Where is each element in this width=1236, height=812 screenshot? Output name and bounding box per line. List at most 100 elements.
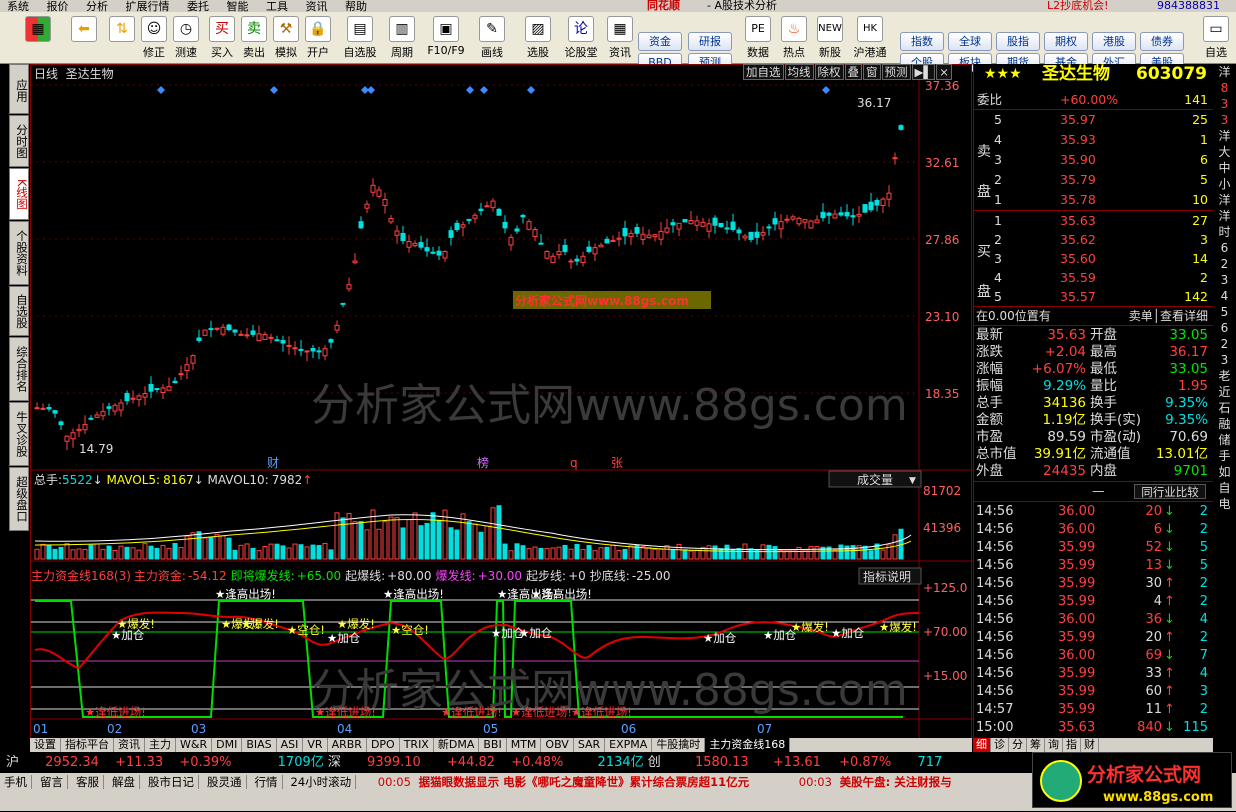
tab-watchlist[interactable]: 自选股 <box>9 286 29 336</box>
simulate-button[interactable]: ⚒ 模拟 <box>270 14 302 62</box>
status-link[interactable]: 客服 <box>76 775 104 789</box>
bid-level[interactable]: 2 35.62 3 <box>974 231 1212 248</box>
tab-intraday[interactable]: 分时图 <box>9 115 29 167</box>
news-ticker[interactable]: 据猫眼数据显示 电影《哪吒之魔童降世》累计综合票房超11亿元 <box>419 775 750 789</box>
hk-connect-button[interactable]: HK 沪港通 <box>850 14 890 62</box>
chart-area[interactable]: 分析家公式网www.88gs.com 分析家公式网www.88gs.com 分析… <box>30 64 973 741</box>
exright-button[interactable]: 除权 <box>814 64 844 80</box>
expand-icon[interactable]: ▶▌ <box>911 64 936 80</box>
ask-level[interactable]: 2 35.79 5 <box>974 171 1212 188</box>
indicator-tab[interactable]: 资讯 <box>114 738 145 752</box>
draw-line-button[interactable]: ✎ 画线 <box>476 14 508 62</box>
indicator-tab[interactable]: 主力 <box>145 738 176 752</box>
indicator-tab[interactable]: ARBR <box>328 738 367 752</box>
menu-item[interactable]: 帮助 <box>345 0 367 13</box>
bid-level[interactable]: 4 35.59 2 <box>974 269 1212 286</box>
predict-button[interactable]: 预测 <box>881 64 911 80</box>
capital-button[interactable]: 资金 <box>638 32 682 51</box>
quote-tab[interactable]: 指 <box>1063 738 1081 752</box>
menu-item[interactable]: 系统 <box>7 0 29 13</box>
indicator-tab[interactable]: 牛股擒时 <box>652 738 706 752</box>
ask-level[interactable]: 1 35.78 10 <box>974 191 1212 208</box>
add-watchlist-button[interactable]: 加自选 <box>743 64 784 80</box>
industry-compare-button[interactable]: 同行业比较 <box>1134 484 1206 499</box>
custom-button[interactable]: ▭ 自选 <box>1200 14 1232 62</box>
event-tag[interactable]: 财 <box>267 456 279 470</box>
tab-profile[interactable]: 个股资料 <box>9 221 29 285</box>
hk-stock-button[interactable]: 港股 <box>1092 32 1136 51</box>
indicator-tab[interactable]: ASI <box>277 738 304 752</box>
tab-kline[interactable]: K线图 <box>9 168 29 220</box>
indicator-tab[interactable]: TRIX <box>400 738 434 752</box>
period-label[interactable]: 日线 <box>34 67 58 81</box>
hot-button[interactable]: ♨ 热点 <box>778 14 810 62</box>
indicator-tab[interactable]: BIAS <box>242 738 277 752</box>
side-news-strip[interactable]: 洋833洋大中小洋洋时62345623老近石融储手如自电 <box>1213 64 1236 740</box>
sell-button[interactable]: 卖卖出 <box>238 14 270 62</box>
ask-level[interactable]: 4 35.93 1 <box>974 131 1212 148</box>
data-button[interactable]: PE 数据 <box>742 14 774 62</box>
status-link[interactable]: 股市日记 <box>148 775 199 789</box>
volume-dropdown[interactable]: 成交量 <box>857 472 893 487</box>
menu-item[interactable]: 扩展行情 <box>126 0 170 13</box>
menu-item[interactable]: 资讯 <box>306 0 328 13</box>
ipo-button[interactable]: NEW 新股 <box>814 14 846 62</box>
period-button[interactable]: ▥ 周期 <box>386 14 418 62</box>
forum-button[interactable]: 论论股堂 <box>562 14 600 62</box>
quote-tab[interactable]: 筹 <box>1027 738 1045 752</box>
status-link[interactable]: 股灵通 <box>207 775 247 789</box>
event-diamond-icon[interactable] <box>822 86 830 94</box>
status-link[interactable]: 手机 <box>4 775 32 789</box>
indicator-tab[interactable]: EXPMA <box>605 738 653 752</box>
indicator-tab[interactable]: OBV <box>541 738 574 752</box>
buy-button[interactable]: 买买入 <box>206 14 238 62</box>
quote-tab[interactable]: 询 <box>1045 738 1063 752</box>
tab-diagnosis[interactable]: 牛叉诊股 <box>9 402 29 466</box>
menu-item[interactable]: 智能 <box>227 0 249 13</box>
f10-button[interactable]: ▣ F10/F9 <box>426 14 466 62</box>
open-account-button[interactable]: 🔒 开户 <box>302 14 334 62</box>
window-button[interactable]: 窗 <box>863 64 881 80</box>
tab-apps[interactable]: 应用 <box>9 64 29 114</box>
indicator-tab[interactable]: DMI <box>212 738 243 752</box>
ask-level[interactable]: 5 35.97 25 <box>974 111 1212 128</box>
updown-button[interactable]: ⇅ <box>106 14 138 62</box>
close-icon[interactable]: × <box>936 64 952 80</box>
options-button[interactable]: 期权 <box>1044 32 1088 51</box>
indicator-tab[interactable]: VR <box>303 738 328 752</box>
quote-tab[interactable]: 诊 <box>991 738 1009 752</box>
indicator-help-button[interactable]: 指标说明 <box>863 569 911 584</box>
news-button[interactable]: ▦ 资讯 <box>604 14 636 62</box>
ma-button[interactable]: 均线 <box>784 64 814 80</box>
event-diamond-icon[interactable] <box>466 86 474 94</box>
status-link[interactable]: 24小时滚动 <box>290 775 357 789</box>
status-link[interactable]: 行情 <box>254 775 283 789</box>
indicator-tab[interactable]: 主力资金线168 <box>705 738 791 752</box>
menu-item[interactable]: 委托 <box>187 0 209 13</box>
bid-level[interactable]: 5 35.57 142 <box>974 288 1212 305</box>
indicator-tab[interactable]: MTM <box>507 738 542 752</box>
indicator-tab[interactable]: 设置 <box>30 738 61 752</box>
view-detail-link[interactable]: 卖单│查看详细 <box>1129 308 1208 325</box>
promo-link[interactable]: L2抄底机会! <box>1047 0 1109 12</box>
bond-button[interactable]: 债券 <box>1140 32 1184 51</box>
ask-level[interactable]: 3 35.90 6 <box>974 151 1212 168</box>
stock-picker-button[interactable]: ▨ 选股 <box>522 14 554 62</box>
fix-button[interactable]: ☺ 修正 <box>138 14 170 62</box>
quote-tab[interactable]: 财 <box>1081 738 1099 752</box>
status-link[interactable]: 解盘 <box>112 775 140 789</box>
research-button[interactable]: 研报 <box>688 32 732 51</box>
tab-ranking[interactable]: 综合排名 <box>9 337 29 401</box>
event-diamond-icon[interactable] <box>367 86 375 94</box>
futures-index-button[interactable]: 股指 <box>996 32 1040 51</box>
event-tag[interactable]: q <box>570 456 578 470</box>
index-button[interactable]: 指数 <box>900 32 944 51</box>
watchlist-button[interactable]: ▤ 自选股 <box>340 14 380 62</box>
bid-level[interactable]: 1 35.63 27 <box>974 212 1212 229</box>
event-tag[interactable]: 榜 <box>477 455 489 470</box>
event-diamond-icon[interactable] <box>157 86 165 94</box>
speedtest-button[interactable]: ◷ 测速 <box>170 14 202 62</box>
news-ticker[interactable]: 美股午盘: 关注财报与 <box>840 775 952 789</box>
indicator-tab[interactable]: 指标平台 <box>61 738 114 752</box>
indicator-tab[interactable]: DPO <box>367 738 400 752</box>
